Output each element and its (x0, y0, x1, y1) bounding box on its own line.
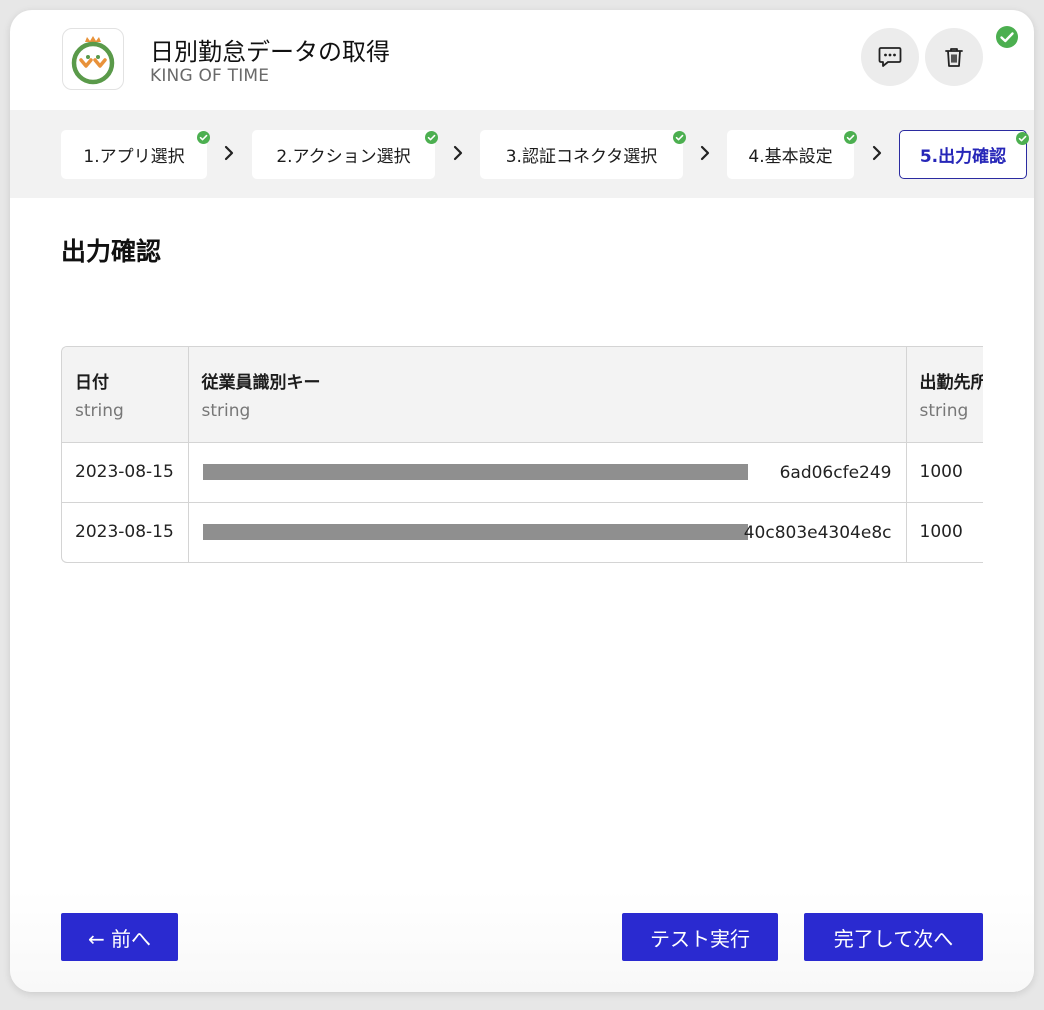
column-header-employee-key: 従業員識別キー string (188, 347, 907, 442)
prev-button[interactable]: ← 前へ (61, 913, 178, 961)
cell-location: 1000 (906, 442, 983, 502)
chevron-right-icon (453, 145, 463, 161)
output-table[interactable]: 日付 string 従業員識別キー string 出勤先所 string 202… (61, 346, 983, 563)
step-label: 2.アクション選択 (276, 147, 411, 167)
column-type: string (75, 400, 124, 421)
check-icon (673, 131, 686, 144)
check-icon (197, 131, 210, 144)
check-icon (425, 131, 438, 144)
step-basic-settings[interactable]: 4.基本設定 (727, 130, 857, 179)
cell-location: 1000 (906, 502, 983, 562)
table-row: 2023-08-15 40c803e4304e8c 1000 (62, 502, 983, 562)
column-name: 日付 (75, 372, 109, 393)
step-label: 4.基本設定 (748, 147, 833, 167)
step-label: 1.アプリ選択 (83, 147, 185, 167)
column-type: string (919, 400, 969, 421)
table-row: 2023-08-15 6ad06cfe249 1000 (62, 442, 983, 502)
step-label: 5.出力確認 (919, 147, 1007, 167)
comment-button[interactable] (861, 28, 919, 86)
cell-employee-key: 40c803e4304e8c (188, 502, 907, 562)
column-type: string (201, 400, 251, 421)
chevron-right-icon (224, 145, 234, 161)
step-output-confirm[interactable]: 5.出力確認 (899, 130, 1029, 179)
test-run-button[interactable]: テスト実行 (622, 913, 778, 961)
cell-date: 2023-08-15 (62, 502, 189, 562)
redaction-bar (202, 463, 748, 480)
chevron-right-icon (872, 145, 882, 161)
check-icon (844, 131, 857, 144)
king-of-time-logo-icon (71, 36, 115, 85)
step-progress-bar: 1.アプリ選択 2.アクション選択 3.認証コネクタ選択 4.基本設定 5.出力… (10, 110, 1034, 198)
key-suffix: 6ad06cfe249 (779, 462, 892, 483)
check-circle-icon (996, 26, 1018, 48)
step-connector-select[interactable]: 3.認証コネクタ選択 (480, 130, 686, 179)
key-suffix: 40c803e4304e8c (743, 522, 892, 543)
delete-button[interactable] (925, 28, 983, 86)
app-logo (62, 28, 124, 90)
app-subtitle: KING OF TIME (150, 66, 270, 86)
app-title: 日別勤怠データの取得 (150, 38, 390, 66)
workflow-panel: 日別勤怠データの取得 KING OF TIME 1.アプリ選択 2.アクション選… (10, 10, 1034, 992)
check-icon (1016, 132, 1029, 145)
redaction-bar (202, 523, 748, 540)
cell-employee-key: 6ad06cfe249 (188, 442, 907, 502)
trash-icon (945, 48, 963, 67)
section-title: 出力確認 (61, 237, 162, 266)
step-action-select[interactable]: 2.アクション選択 (252, 130, 438, 179)
column-header-date: 日付 string (62, 347, 189, 442)
comment-icon (878, 47, 902, 67)
complete-next-button[interactable]: 完了して次へ (804, 913, 983, 961)
step-label: 3.認証コネクタ選択 (505, 147, 658, 167)
table-header-row: 日付 string 従業員識別キー string 出勤先所 string (62, 347, 983, 442)
column-name: 従業員識別キー (201, 372, 321, 393)
column-name: 出勤先所 (919, 372, 984, 393)
chevron-right-icon (700, 145, 710, 161)
cell-date: 2023-08-15 (62, 442, 189, 502)
column-header-location: 出勤先所 string (906, 347, 983, 442)
step-app-select[interactable]: 1.アプリ選択 (61, 130, 210, 179)
